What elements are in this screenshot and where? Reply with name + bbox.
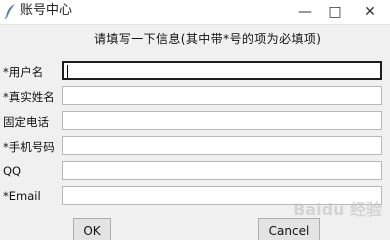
title-bar[interactable]: 账号中心 — □ ✕: [0, 0, 390, 25]
email-label: *Email: [3, 189, 41, 203]
dialog-window: 账号中心 — □ ✕ 请填写一下信息(其中带*号的项为必填项) *用户名 *真实…: [0, 0, 390, 240]
mobile-label: *手机号码: [3, 140, 55, 154]
qq-label: QQ: [3, 164, 22, 178]
close-button[interactable]: ✕: [350, 0, 390, 24]
landline-label: 固定电话: [3, 115, 49, 129]
username-input[interactable]: [62, 61, 382, 80]
feather-icon: [4, 4, 15, 19]
landline-input[interactable]: [62, 111, 382, 130]
baidu-watermark: Baidu 经验: [293, 200, 382, 219]
cancel-button[interactable]: Cancel: [258, 218, 320, 240]
window-controls: — □ ✕: [290, 0, 390, 24]
real-name-label: *真实姓名: [3, 90, 55, 104]
mobile-input[interactable]: [62, 136, 382, 155]
text-caret: [67, 65, 68, 78]
instruction-text: 请填写一下信息(其中带*号的项为必填项): [94, 32, 322, 46]
window-title: 账号中心: [20, 3, 73, 18]
qq-input[interactable]: [62, 161, 382, 180]
real-name-input[interactable]: [62, 86, 382, 105]
ok-button[interactable]: OK: [73, 218, 111, 240]
minimize-button[interactable]: —: [290, 0, 320, 24]
maximize-button[interactable]: □: [320, 0, 350, 24]
minimize-icon: —: [298, 4, 312, 20]
maximize-icon: □: [328, 4, 342, 20]
close-icon: ✕: [364, 4, 376, 20]
username-label: *用户名: [3, 65, 44, 79]
